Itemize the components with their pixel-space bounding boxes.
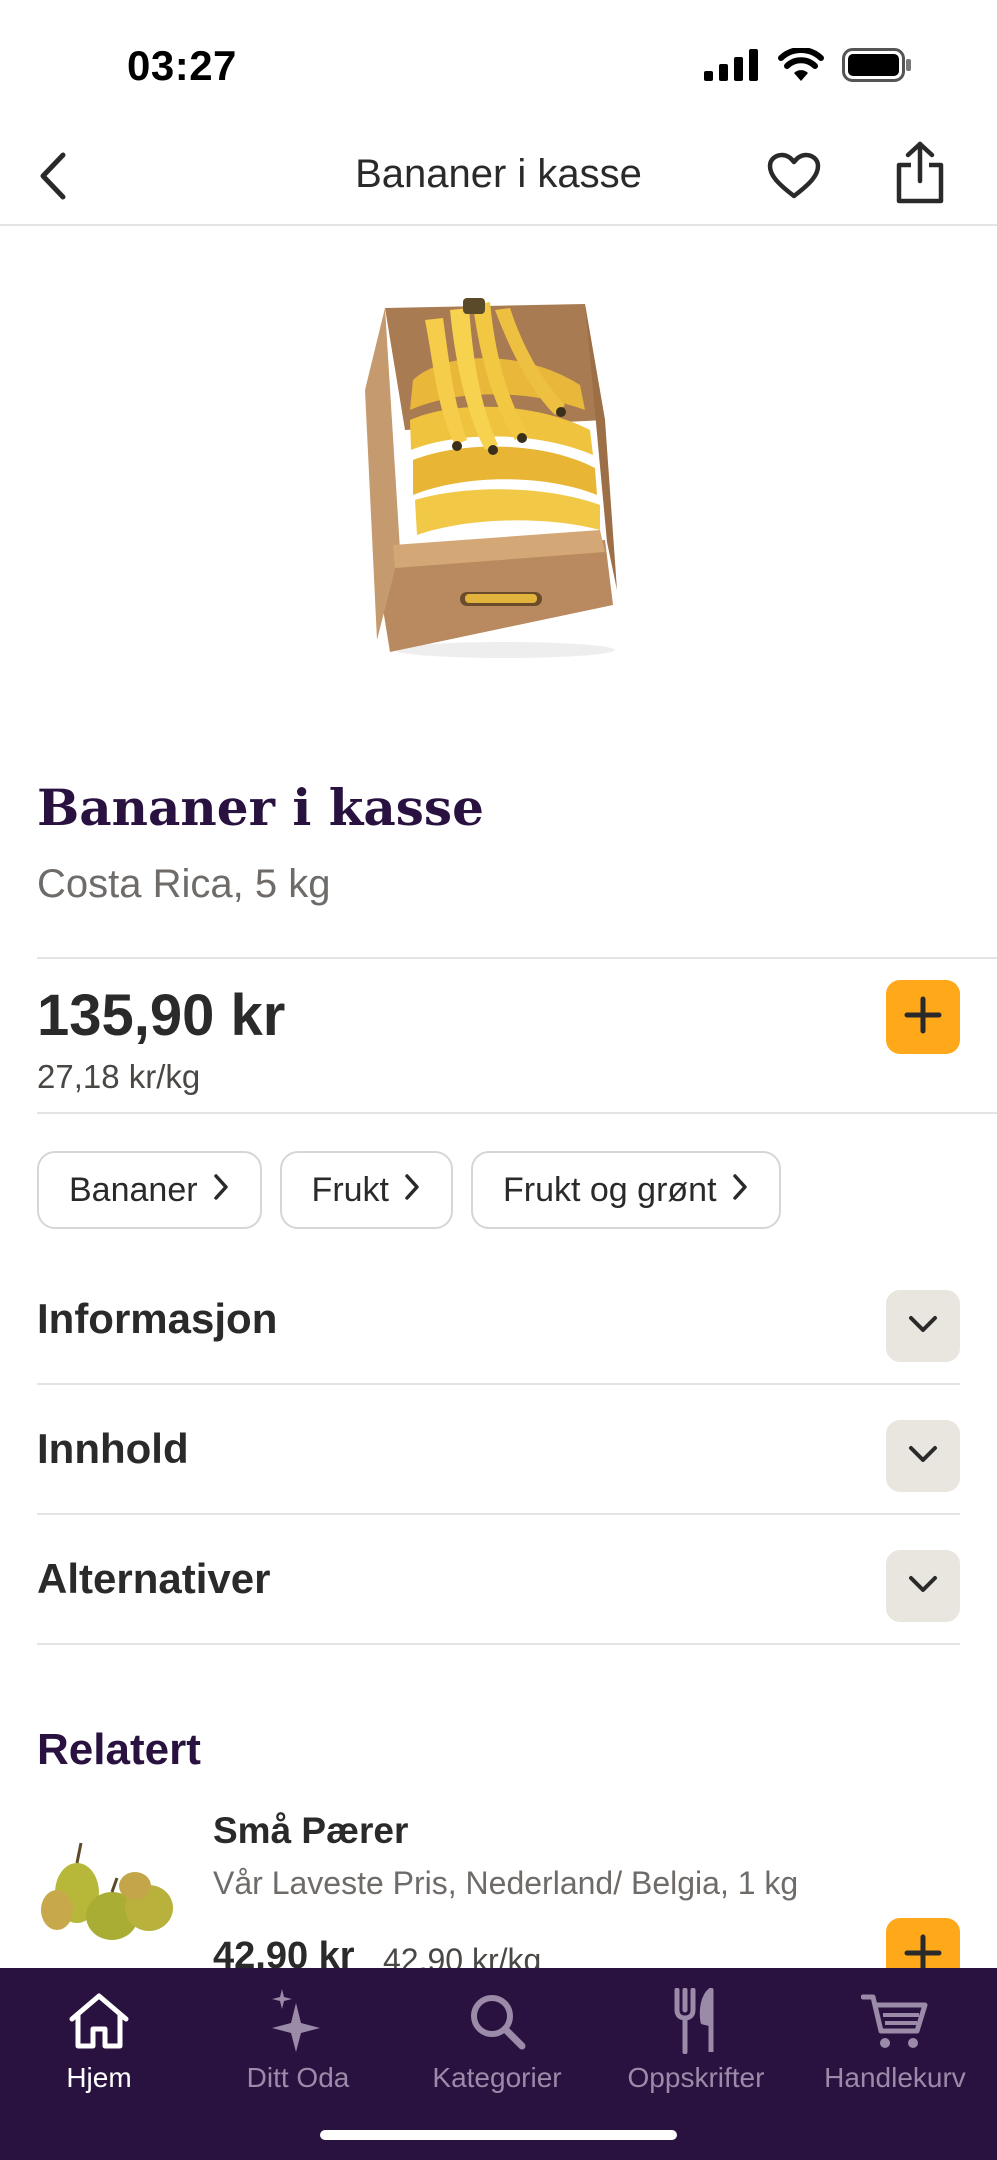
accordion-label: Informasjon [37,1295,278,1342]
product-image [355,290,645,660]
product-name: Bananer i kasse [37,778,484,837]
chip-label: Frukt og grønt [503,1170,717,1209]
chip-label: Frukt [311,1170,389,1209]
related-product-name: Små Pærer [213,1810,409,1851]
heart-icon [767,152,821,205]
search-icon [462,1986,532,2056]
expand-button[interactable] [886,1550,960,1622]
fork-knife-icon [661,1986,731,2056]
expand-button[interactable] [886,1290,960,1362]
product-origin-weight: Costa Rica, 5 kg [37,862,331,906]
tab-label: Hjem [66,2062,132,2093]
product-price: 135,90 kr [37,983,286,1048]
tab-label: Kategorier [432,2062,562,2093]
product-unit-price: 27,18 kr/kg [37,1058,201,1095]
tab-ditt-oda[interactable]: Ditt Oda [203,1986,393,2094]
status-icons [704,47,912,87]
accordion-label: Alternativer [37,1555,271,1602]
tab-label: Ditt Oda [246,2062,350,2093]
chip-bananer[interactable]: Bananer [37,1151,262,1229]
sparkle-icon [263,1986,333,2056]
add-to-cart-button[interactable] [886,980,960,1054]
related-product-unit-price: 42,90 kr/kg [383,1942,542,1968]
tab-label: Handlekurv [824,2062,966,2093]
tab-kategorier[interactable]: Kategorier [402,1986,592,2094]
tab-oppskrifter[interactable]: Oppskrifter [601,1986,791,2094]
chevron-right-icon [403,1171,421,1210]
tab-label: Oppskrifter [627,2062,765,2093]
tab-handlekurv[interactable]: Handlekurv [800,1986,990,2094]
share-icon [893,141,947,210]
cellular-signal-icon [704,49,760,86]
plus-icon [903,995,943,1040]
chevron-down-icon [907,1574,939,1599]
status-time: 03:27 [127,42,237,89]
category-chips: Bananer Frukt Frukt og grønt [37,1151,781,1229]
related-product-image [37,1838,187,1943]
cart-icon [860,1986,930,2056]
header-title: Bananer i kasse [355,152,642,196]
product-page: 03:27 Bananer i kasse Bananer i kasse Co… [0,0,997,2160]
add-related-to-cart-button[interactable] [886,1918,960,1968]
favorite-button[interactable] [762,148,826,208]
top-nav-bar: Bananer i kasse [0,130,997,226]
related-product-subtitle: Vår Laveste Pris, Nederland/ Belgia, 1 k… [213,1865,799,1901]
tab-hjem[interactable]: Hjem [4,1986,194,2094]
wifi-icon [778,47,824,87]
status-bar: 03:27 [0,0,997,130]
chevron-right-icon [731,1171,749,1210]
chevron-down-icon [907,1444,939,1469]
chip-frukt[interactable]: Frukt [279,1151,453,1229]
home-icon [64,1986,134,2056]
chevron-down-icon [907,1314,939,1339]
chip-label: Bananer [69,1170,198,1209]
battery-icon [842,48,912,87]
expand-button[interactable] [886,1420,960,1492]
related-section-title: Relatert [37,1725,201,1774]
accordion-innhold[interactable]: Innhold [37,1385,960,1515]
home-indicator [320,2130,677,2140]
accordion-label: Innhold [37,1425,189,1472]
related-product-price: 42,90 kr [213,1935,355,1968]
share-button[interactable] [888,140,952,210]
chip-frukt-og-gront[interactable]: Frukt og grønt [471,1151,781,1229]
divider [37,957,997,959]
chevron-right-icon [212,1171,230,1210]
divider [37,1112,997,1114]
accordion-informasjon[interactable]: Informasjon [37,1255,960,1385]
related-product-item[interactable]: Små Pærer Vår Laveste Pris, Nederland/ B… [0,1800,997,1968]
plus-icon [903,1933,943,1968]
accordion-alternativer[interactable]: Alternativer [37,1515,960,1645]
